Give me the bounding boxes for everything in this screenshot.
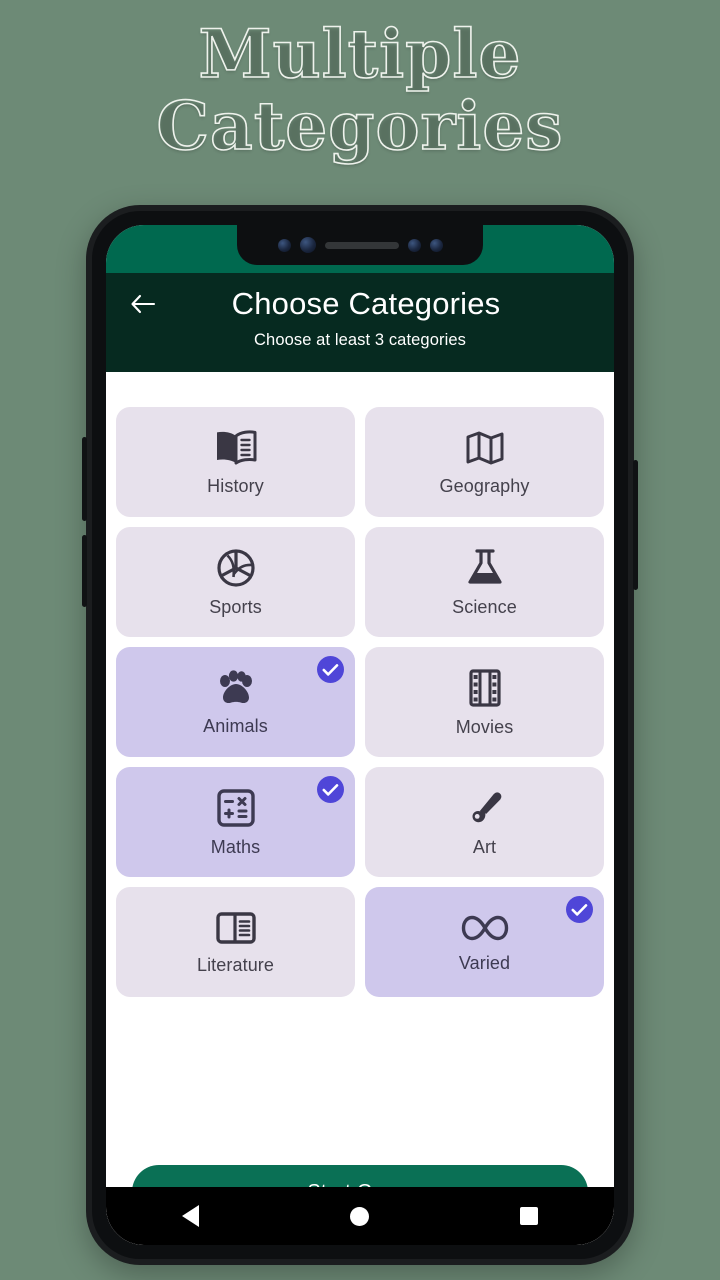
open-book-icon <box>213 428 259 468</box>
android-navigation-bar <box>106 1187 614 1245</box>
infinity-icon <box>459 911 511 945</box>
front-camera-icon <box>299 237 316 253</box>
category-label: Animals <box>203 715 268 736</box>
category-label: Science <box>452 596 517 617</box>
phone-screen: Choose Categories Choose at least 3 cate… <box>106 225 614 1245</box>
power-button[interactable] <box>633 460 638 590</box>
promo-headline: Multiple Categories <box>0 15 720 165</box>
category-label: History <box>207 475 264 496</box>
sensor-icon <box>277 238 291 252</box>
category-grid: History Geography Sports Science Animals… <box>106 393 614 997</box>
check-icon <box>571 903 588 916</box>
volleyball-icon <box>215 547 257 589</box>
app-bar-row: Choose Categories <box>106 283 614 325</box>
paintbrush-icon <box>464 787 506 829</box>
category-tile-science[interactable]: Science <box>365 527 604 637</box>
proximity-sensor-icon <box>407 238 421 252</box>
article-icon <box>214 909 258 947</box>
category-tile-art[interactable]: Art <box>365 767 604 877</box>
check-icon <box>322 663 339 676</box>
category-label: Art <box>472 836 497 857</box>
nav-recents-icon[interactable] <box>520 1207 539 1225</box>
category-label: Sports <box>209 596 262 617</box>
category-label: Varied <box>458 952 511 973</box>
flask-icon <box>465 547 505 589</box>
page-subtitle: Choose at least 3 categories <box>254 331 466 349</box>
category-tile-varied[interactable]: Varied <box>365 887 604 997</box>
category-tile-animals[interactable]: Animals <box>116 647 355 757</box>
page-title: Choose Categories <box>231 286 501 321</box>
category-tile-sports[interactable]: Sports <box>116 527 355 637</box>
check-badge <box>317 656 344 683</box>
volume-down-button[interactable] <box>82 535 87 607</box>
category-tile-geography[interactable]: Geography <box>365 407 604 517</box>
category-tile-movies[interactable]: Movies <box>365 647 604 757</box>
phone-mockup: Choose Categories Choose at least 3 cate… <box>82 205 638 1265</box>
map-icon <box>463 428 507 468</box>
content-panel: History Geography Sports Science Animals… <box>106 393 614 1245</box>
check-badge <box>317 776 344 803</box>
category-tile-maths[interactable]: Maths <box>116 767 355 877</box>
earpiece-speaker <box>324 241 399 249</box>
calculator-icon <box>215 787 257 829</box>
check-badge <box>566 896 593 923</box>
volume-up-button[interactable] <box>82 437 87 521</box>
film-strip-icon <box>467 667 503 709</box>
paw-icon <box>214 668 258 708</box>
check-icon <box>322 783 339 796</box>
category-label: Movies <box>455 716 514 737</box>
promo-headline-line-1: Multiple <box>198 15 522 93</box>
notch <box>237 225 483 265</box>
category-tile-literature[interactable]: Literature <box>116 887 355 997</box>
promo-headline-line-2: Categories <box>156 87 564 165</box>
status-bar <box>106 225 614 273</box>
light-sensor-icon <box>429 238 443 252</box>
category-tile-history[interactable]: History <box>116 407 355 517</box>
category-label: Geography <box>439 475 530 496</box>
app-bar: Choose Categories Choose at least 3 cate… <box>106 273 614 372</box>
nav-home-icon[interactable] <box>349 1206 369 1226</box>
category-label: Maths <box>210 836 261 857</box>
category-label: Literature <box>196 954 275 975</box>
nav-back-icon[interactable] <box>181 1205 199 1227</box>
